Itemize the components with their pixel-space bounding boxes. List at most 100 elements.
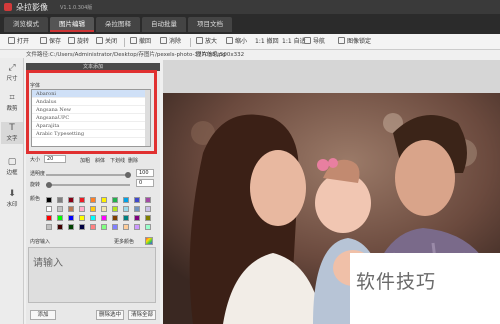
tab-illustrate[interactable]: 朵拉图释 bbox=[96, 17, 140, 32]
color-swatch[interactable] bbox=[90, 215, 96, 221]
color-swatch[interactable] bbox=[46, 215, 52, 221]
color-swatch[interactable] bbox=[101, 197, 107, 203]
color-swatch[interactable] bbox=[79, 206, 85, 212]
tool-crop[interactable]: ⌗ 裁剪 bbox=[1, 92, 23, 114]
clear-button[interactable]: 消除 bbox=[160, 37, 181, 47]
color-swatch[interactable] bbox=[46, 197, 52, 203]
list-item[interactable]: Andalus bbox=[32, 98, 150, 106]
text-placeholder: 请输入 bbox=[33, 258, 63, 269]
opacity-handle[interactable] bbox=[125, 172, 131, 178]
tab-edit[interactable]: 图片编辑 bbox=[50, 17, 94, 32]
color-swatch[interactable] bbox=[101, 224, 107, 230]
color-swatch[interactable] bbox=[46, 224, 52, 230]
watermark-icon: ⬇ bbox=[8, 189, 16, 199]
color-swatch[interactable] bbox=[112, 197, 118, 203]
undo-button[interactable]: 撤回 bbox=[130, 37, 151, 47]
color-swatch[interactable] bbox=[57, 224, 63, 230]
italic-checkbox[interactable]: 斜体 bbox=[95, 157, 105, 164]
color-swatch[interactable] bbox=[90, 224, 96, 230]
tab-batch[interactable]: 自动批量 bbox=[142, 17, 186, 32]
color-swatch[interactable] bbox=[46, 206, 52, 212]
list-item[interactable]: Arabic Typesetting bbox=[32, 130, 150, 138]
list-item[interactable]: Angsana New bbox=[32, 106, 150, 114]
color-swatch[interactable] bbox=[112, 215, 118, 221]
size-field[interactable]: 20 bbox=[44, 155, 66, 163]
color-swatch[interactable] bbox=[134, 197, 140, 203]
color-swatch[interactable] bbox=[145, 215, 151, 221]
color-swatch[interactable] bbox=[101, 206, 107, 212]
color-swatch[interactable] bbox=[79, 197, 85, 203]
rotate-handle[interactable] bbox=[46, 182, 52, 188]
color-swatch[interactable] bbox=[123, 215, 129, 221]
clear-all-button[interactable]: 清除全部 bbox=[128, 310, 156, 320]
opacity-field[interactable]: 100 bbox=[136, 169, 154, 177]
color-swatch[interactable] bbox=[68, 224, 74, 230]
color-swatch[interactable] bbox=[90, 206, 96, 212]
rotate-slider[interactable] bbox=[46, 184, 130, 186]
color-swatch[interactable] bbox=[101, 215, 107, 221]
color-swatch[interactable] bbox=[112, 224, 118, 230]
color-swatch[interactable] bbox=[134, 224, 140, 230]
save-button[interactable]: 保存 bbox=[40, 37, 61, 47]
color-swatch[interactable] bbox=[68, 197, 74, 203]
watermark-text: 软件技巧 bbox=[356, 271, 437, 293]
font-list-scrollbar[interactable] bbox=[145, 90, 150, 146]
zoom-out-button[interactable]: 缩小 bbox=[226, 37, 247, 47]
color-swatch[interactable] bbox=[112, 206, 118, 212]
crop-icon: ⌗ bbox=[9, 93, 15, 103]
color-swatch[interactable] bbox=[79, 224, 85, 230]
nav-button[interactable]: 导航 bbox=[304, 37, 325, 47]
color-picker-icon[interactable] bbox=[145, 237, 153, 245]
color-swatch[interactable] bbox=[68, 215, 74, 221]
resize-icon: ⤢ bbox=[8, 63, 16, 73]
delete-selected-button[interactable]: 删除选中 bbox=[96, 310, 124, 320]
content-label: 内容输入 bbox=[30, 239, 51, 245]
color-swatch[interactable] bbox=[57, 197, 63, 203]
color-swatch[interactable] bbox=[134, 206, 140, 212]
title-bar: 朵拉影像 V1.1.0.304版 bbox=[0, 0, 500, 14]
tool-resize[interactable]: ⤢ 尺寸 bbox=[1, 62, 23, 84]
left-toolbar: ⤢ 尺寸 ⌗ 裁剪 T 文字 ▢ 边框 ⬇ 水印 bbox=[0, 58, 24, 324]
color-swatch[interactable] bbox=[57, 206, 63, 212]
tab-project[interactable]: 项目文档 bbox=[188, 17, 232, 32]
file-path-bar: 文件路径:C:/Users/Administrator/Desktop/存图片/… bbox=[26, 51, 500, 60]
tool-watermark[interactable]: ⬇ 水印 bbox=[1, 188, 23, 210]
zoom-in-button[interactable]: 放大 bbox=[196, 37, 217, 47]
tool-text[interactable]: T 文字 bbox=[1, 122, 23, 144]
open-button[interactable]: 打开 bbox=[8, 37, 29, 47]
opacity-slider[interactable] bbox=[46, 174, 130, 176]
add-button[interactable]: 添加 bbox=[30, 310, 56, 320]
color-swatch[interactable] bbox=[145, 206, 151, 212]
color-swatch[interactable] bbox=[145, 197, 151, 203]
font-list[interactable]: Abaroni Andalus Angsana New AngsanaUPC A… bbox=[31, 89, 151, 147]
color-swatch[interactable] bbox=[123, 206, 129, 212]
tab-bar: 浏览模式 图片编辑 朵拉图释 自动批量 项目文档 bbox=[0, 14, 500, 34]
undo-icon bbox=[130, 37, 137, 44]
color-swatch[interactable] bbox=[57, 215, 63, 221]
close-button[interactable]: 关闭 bbox=[96, 37, 117, 47]
color-swatch[interactable] bbox=[68, 206, 74, 212]
fit-button[interactable]: 1:1 自适 bbox=[282, 37, 306, 47]
strike-checkbox[interactable]: 删除 bbox=[128, 157, 138, 164]
tool-border[interactable]: ▢ 边框 bbox=[1, 156, 23, 178]
rotate-button[interactable]: 旋转 bbox=[68, 37, 89, 47]
list-item[interactable]: AngsanaUPC bbox=[32, 114, 150, 122]
color-swatch[interactable] bbox=[123, 197, 129, 203]
list-item[interactable]: Abaroni bbox=[32, 90, 150, 98]
color-swatch[interactable] bbox=[145, 224, 151, 230]
color-swatch[interactable] bbox=[123, 224, 129, 230]
list-item[interactable]: Aparajita bbox=[32, 122, 150, 130]
tab-browse[interactable]: 浏览模式 bbox=[4, 17, 48, 32]
rotate-field[interactable]: 0 bbox=[136, 179, 154, 187]
app-icon bbox=[4, 3, 12, 11]
color-swatch[interactable] bbox=[90, 197, 96, 203]
text-content-input[interactable]: 请输入 bbox=[28, 247, 156, 303]
lock-button[interactable]: 图像锁定 bbox=[338, 37, 371, 47]
ratio-button[interactable]: 1:1 撤回 bbox=[255, 37, 279, 47]
text-icon: T bbox=[9, 123, 15, 133]
color-swatch[interactable] bbox=[79, 215, 85, 221]
color-swatch[interactable] bbox=[134, 215, 140, 221]
underline-checkbox[interactable]: 下划线 bbox=[110, 157, 125, 164]
more-colors-link[interactable]: 更多颜色 bbox=[114, 238, 134, 245]
bold-checkbox[interactable]: 加粗 bbox=[80, 157, 90, 164]
